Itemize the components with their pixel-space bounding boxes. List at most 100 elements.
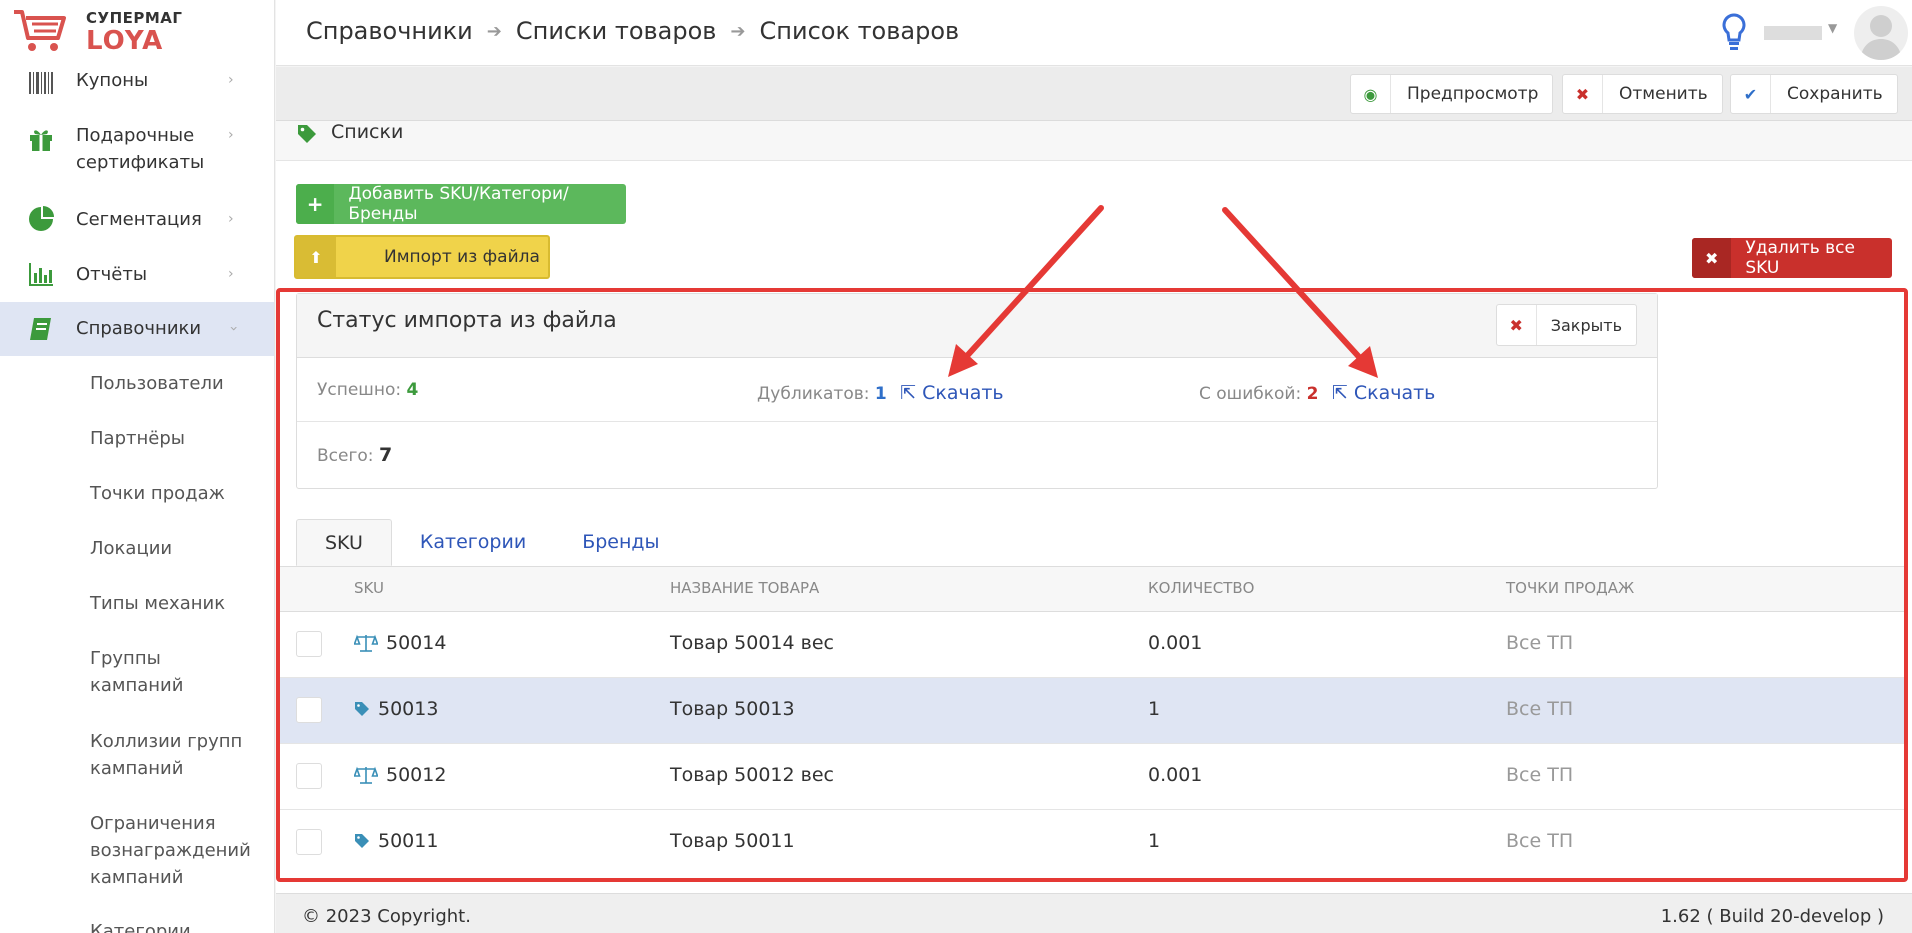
user-name[interactable] xyxy=(1764,26,1822,40)
quantity-cell: 0.001 xyxy=(1148,632,1203,654)
caret-down-icon[interactable]: ▼ xyxy=(1828,21,1837,35)
avatar[interactable] xyxy=(1854,6,1908,60)
tag-icon xyxy=(355,702,369,716)
table-row[interactable]: 50012 Товар 50012 вес 0.001 Все ТП xyxy=(280,744,1906,810)
sku-value: 50014 xyxy=(386,632,447,654)
column-header-sku[interactable]: SKU xyxy=(354,579,384,597)
tab-sku[interactable]: SKU xyxy=(296,519,392,566)
sidebar-subitem-campaign-group-collisions[interactable]: Коллизии групп кампаний xyxy=(90,728,242,782)
version: 1.62 ( Build 20-develop ) xyxy=(1660,906,1884,927)
sidebar-item-segmentation[interactable]: Сегментация › xyxy=(0,204,274,234)
preview-button[interactable]: ◉ Предпросмотр xyxy=(1350,74,1554,114)
row-checkbox[interactable] xyxy=(296,763,322,789)
chevron-right-icon: › xyxy=(228,211,234,227)
gift-icon xyxy=(30,130,52,151)
close-button[interactable]: ✖ Закрыть xyxy=(1495,304,1637,346)
arrow-right-icon: ➔ xyxy=(486,20,502,42)
external-link-icon: ⇱ xyxy=(900,382,917,404)
bar-chart-icon xyxy=(29,263,53,286)
tabs: SKU Категории Бренды xyxy=(296,519,688,566)
close-icon: ✖ xyxy=(1692,238,1732,278)
delete-all-sku-label: Удалить все SKU xyxy=(1745,238,1855,278)
sidebar-subitem-categories[interactable]: Категории xyxy=(90,918,191,933)
duplicates-stat: Дубликатов: 1 ⇱ Скачать xyxy=(757,382,1004,404)
points-of-sale-cell: Все ТП xyxy=(1506,764,1574,786)
eye-icon: ◉ xyxy=(1351,75,1391,113)
breadcrumb-item-product-lists[interactable]: Списки товаров xyxy=(516,17,717,45)
chevron-right-icon: › xyxy=(228,127,234,143)
sidebar-subitem-line: вознаграждений xyxy=(90,840,251,861)
sidebar-item-label: Сегментация xyxy=(76,209,202,230)
table-row[interactable]: 50013 Товар 50013 1 Все ТП xyxy=(280,678,1906,744)
sidebar-subitem-line: Коллизии групп xyxy=(90,731,243,752)
sku-cell: 50012 xyxy=(354,764,446,786)
section-header: Списки xyxy=(276,121,1912,161)
download-label: Скачать xyxy=(1353,382,1436,404)
user-silhouette-icon xyxy=(1860,15,1902,60)
sidebar-item-label: Купоны xyxy=(76,70,149,91)
import-total-row: Всего: 7 xyxy=(297,422,1657,486)
points-of-sale-cell: Все ТП xyxy=(1506,632,1574,654)
add-sku-button[interactable]: + Добавить SKU/Категори/Бренды xyxy=(296,184,626,224)
sku-cell: 50014 xyxy=(354,632,446,654)
sidebar-subitem-points-of-sale[interactable]: Точки продаж xyxy=(90,480,225,507)
column-header-quantity[interactable]: Количество xyxy=(1148,579,1254,597)
table-row[interactable]: 50014 Товар 50014 вес 0.001 Все ТП xyxy=(280,612,1906,678)
sidebar-subitem-line: Ограничения xyxy=(90,813,216,834)
cancel-button[interactable]: ✖ Отменить xyxy=(1562,74,1723,114)
breadcrumb: Справочники ➔ Списки товаров ➔ Список то… xyxy=(306,17,959,45)
sidebar-subitem-campaign-groups[interactable]: Группы кампаний xyxy=(90,645,183,699)
breadcrumb-item-directories[interactable]: Справочники xyxy=(306,17,473,45)
download-duplicates-link[interactable]: ⇱ Скачать xyxy=(900,382,1004,404)
name-cell: Товар 50011 xyxy=(670,830,795,852)
sidebar-subitem-mechanic-types[interactable]: Типы механик xyxy=(90,590,225,617)
column-header-name[interactable]: Название товара xyxy=(670,579,819,597)
download-label: Скачать xyxy=(922,382,1004,404)
row-checkbox[interactable] xyxy=(296,631,322,657)
barcode-icon xyxy=(29,72,53,94)
delete-all-sku-button[interactable]: ✖ Удалить все SKU xyxy=(1692,238,1892,278)
row-checkbox[interactable] xyxy=(296,697,322,723)
save-button[interactable]: ✔ Сохранить xyxy=(1730,74,1898,114)
download-errors-link[interactable]: ⇱ Скачать xyxy=(1332,382,1436,404)
logo[interactable]: СУПЕРМАГ LOYA xyxy=(0,0,274,66)
sidebar-item-label: Подарочные xyxy=(76,125,195,146)
sidebar: СУПЕРМАГ LOYA Купоны › Подарочные сертиф… xyxy=(0,0,275,933)
close-label: Закрыть xyxy=(1550,315,1622,335)
brand-top: СУПЕРМАГ xyxy=(86,9,183,27)
sidebar-item-gift-certificates[interactable]: Подарочные сертификаты › xyxy=(0,122,274,178)
sidebar-subitem-partners[interactable]: Партнёры xyxy=(90,425,185,452)
lightbulb-icon[interactable] xyxy=(1720,12,1748,52)
tab-brands[interactable]: Бренды xyxy=(554,519,687,566)
breadcrumb-item-product-list: Список товаров xyxy=(759,17,960,45)
action-toolbar: ◉ Предпросмотр ✖ Отменить ✔ Сохранить xyxy=(276,67,1912,121)
copyright: © 2023 Copyright. xyxy=(302,906,471,927)
chevron-down-icon: › xyxy=(225,325,242,332)
errors-count: 2 xyxy=(1306,384,1319,404)
sidebar-item-coupons[interactable]: Купоны › xyxy=(0,68,274,98)
close-icon: ✖ xyxy=(1563,75,1603,113)
total-stat: Всего: 7 xyxy=(317,444,392,466)
import-file-label: Импорт из файла xyxy=(384,247,540,267)
import-file-button[interactable]: ⬆ Импорт из файла xyxy=(294,235,550,279)
sidebar-item-reports[interactable]: Отчёты › xyxy=(0,259,274,289)
sidebar-item-directories[interactable]: Справочники › xyxy=(0,302,274,356)
sku-table: SKU Название товара Количество Точки про… xyxy=(280,566,1906,876)
sidebar-subitem-reward-limits[interactable]: Ограничения вознаграждений кампаний xyxy=(90,810,251,891)
row-checkbox[interactable] xyxy=(296,829,322,855)
arrow-right-icon: ➔ xyxy=(730,20,746,42)
sidebar-subitem-locations[interactable]: Локации xyxy=(90,535,172,562)
tab-categories[interactable]: Категории xyxy=(392,519,554,566)
sku-value: 50011 xyxy=(378,830,439,852)
sidebar-subitem-users[interactable]: Пользователи xyxy=(90,370,224,397)
table-row[interactable]: 50011 Товар 50011 1 Все ТП xyxy=(280,810,1906,876)
section-title: Списки xyxy=(331,121,404,143)
topbar: Справочники ➔ Списки товаров ➔ Список то… xyxy=(276,0,1912,66)
quantity-cell: 0.001 xyxy=(1148,764,1203,786)
pie-chart-icon xyxy=(29,206,54,231)
cancel-label: Отменить xyxy=(1619,84,1708,104)
import-status-header: Статус импорта из файла ✖ Закрыть xyxy=(297,294,1657,358)
check-icon: ✔ xyxy=(1731,75,1771,113)
close-icon: ✖ xyxy=(1497,305,1537,345)
column-header-points-of-sale[interactable]: Точки продаж xyxy=(1506,579,1634,597)
